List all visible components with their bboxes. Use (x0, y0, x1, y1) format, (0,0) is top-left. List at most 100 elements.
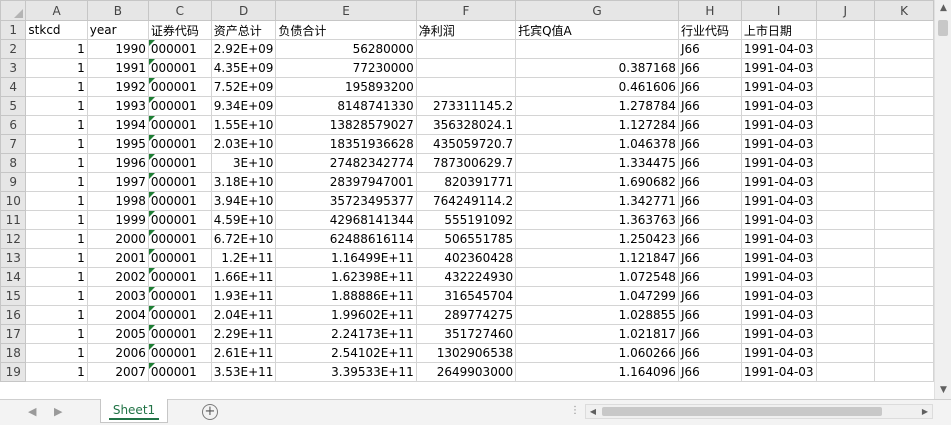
empty-cell[interactable] (815, 191, 876, 211)
empty-cell[interactable] (874, 343, 934, 363)
cell-industry-code[interactable]: J66 (677, 248, 742, 268)
cell-tobin-q[interactable]: 1.072548 (515, 267, 679, 287)
cell-total-assets[interactable]: 4.59E+10 (210, 210, 277, 230)
cell-tobin-q[interactable]: 1.164096 (515, 362, 679, 382)
cell-total-assets[interactable]: 2.61E+11 (210, 343, 277, 363)
cell-year[interactable]: 1995 (86, 134, 149, 154)
row-header[interactable]: 17 (0, 324, 27, 344)
empty-cell[interactable] (815, 229, 876, 249)
cell-tobin-q[interactable]: 1.021817 (515, 324, 679, 344)
cell-net-profit[interactable]: 316545704 (415, 286, 517, 306)
empty-cell[interactable] (815, 172, 876, 192)
more-options-icon[interactable]: ⋮ (570, 405, 581, 416)
empty-cell[interactable] (874, 267, 934, 287)
cell-security-code[interactable]: 000001 (147, 172, 212, 192)
cell-tobin-q[interactable]: 1.342771 (515, 191, 679, 211)
cell-stkcd[interactable]: 1 (25, 286, 88, 306)
cell-tobin-q[interactable]: 0.461606 (515, 77, 679, 97)
vertical-scroll-thumb[interactable] (938, 20, 948, 36)
cell-tobin-q[interactable]: 1.046378 (515, 134, 679, 154)
column-header-g[interactable]: G (515, 0, 679, 21)
cell-security-code[interactable]: 000001 (147, 210, 212, 230)
cell-industry-code[interactable]: J66 (677, 210, 742, 230)
cell-net-profit[interactable] (415, 58, 517, 78)
cell-stkcd[interactable]: 1 (25, 210, 88, 230)
scroll-down-icon[interactable]: ▼ (935, 382, 951, 399)
cell-year[interactable]: 1994 (86, 115, 149, 135)
cell-tobin-q[interactable]: 1.250423 (515, 229, 679, 249)
cell-stkcd[interactable]: 1 (25, 58, 88, 78)
cell-security-code[interactable]: 000001 (147, 191, 212, 211)
cell-listing-date[interactable]: 1991-04-03 (740, 77, 817, 97)
row-header[interactable]: 9 (0, 172, 27, 192)
cell-year[interactable]: 1998 (86, 191, 149, 211)
cell-year[interactable]: 2001 (86, 248, 149, 268)
cell-header-liabilities[interactable]: 负债合计 (275, 20, 417, 40)
cell-total-assets[interactable]: 3.53E+11 (210, 362, 277, 382)
scroll-up-icon[interactable]: ▲ (935, 0, 951, 17)
cell-stkcd[interactable]: 1 (25, 96, 88, 116)
cell-net-profit[interactable]: 289774275 (415, 305, 517, 325)
cell-net-profit[interactable]: 351727460 (415, 324, 517, 344)
row-header[interactable]: 5 (0, 96, 27, 116)
cell-total-liabilities[interactable]: 13828579027 (275, 115, 417, 135)
cell-industry-code[interactable]: J66 (677, 229, 742, 249)
cell-listing-date[interactable]: 1991-04-03 (740, 134, 817, 154)
cell-year[interactable]: 2004 (86, 305, 149, 325)
cell-security-code[interactable]: 000001 (147, 343, 212, 363)
cell-security-code[interactable]: 000001 (147, 153, 212, 173)
cell-net-profit[interactable]: 273311145.2 (415, 96, 517, 116)
cell-stkcd[interactable]: 1 (25, 343, 88, 363)
cell-tobin-q[interactable]: 1.047299 (515, 286, 679, 306)
vertical-scrollbar[interactable]: ▲ ▼ (934, 0, 951, 399)
cell-stkcd[interactable]: 1 (25, 134, 88, 154)
empty-cell[interactable] (874, 286, 934, 306)
cell-security-code[interactable]: 000001 (147, 39, 212, 59)
row-header[interactable]: 4 (0, 77, 27, 97)
cell-tobin-q[interactable]: 1.334475 (515, 153, 679, 173)
cell-total-liabilities[interactable]: 56280000 (275, 39, 417, 59)
empty-cell[interactable] (815, 286, 876, 306)
cell-stkcd[interactable]: 1 (25, 77, 88, 97)
cell-tobin-q[interactable]: 1.363763 (515, 210, 679, 230)
cell-table[interactable]: A B C D E F G H I J K 1 stkcd year 证券代码 … (0, 0, 934, 382)
cell-tobin-q[interactable]: 1.121847 (515, 248, 679, 268)
cell-total-liabilities[interactable]: 18351936628 (275, 134, 417, 154)
prev-sheet-icon[interactable]: ◀ (28, 405, 36, 418)
cell-total-assets[interactable]: 2.03E+10 (210, 134, 277, 154)
cell-total-assets[interactable]: 2.29E+11 (210, 324, 277, 344)
cell-total-assets[interactable]: 9.34E+09 (210, 96, 277, 116)
empty-cell[interactable] (815, 324, 876, 344)
cell-listing-date[interactable]: 1991-04-03 (740, 172, 817, 192)
column-header-k[interactable]: K (874, 0, 934, 21)
column-header-f[interactable]: F (415, 0, 517, 21)
cell-total-assets[interactable]: 1.55E+10 (210, 115, 277, 135)
cell-industry-code[interactable]: J66 (677, 362, 742, 382)
cell-total-liabilities[interactable]: 3.39533E+11 (275, 362, 417, 382)
empty-cell[interactable] (815, 210, 876, 230)
empty-cell[interactable] (874, 58, 934, 78)
cell-security-code[interactable]: 000001 (147, 96, 212, 116)
column-header-d[interactable]: D (210, 0, 277, 21)
row-header[interactable]: 13 (0, 248, 27, 268)
cell-tobin-q[interactable]: 0.387168 (515, 58, 679, 78)
horizontal-scrollbar[interactable]: ◀ ▶ (585, 404, 933, 419)
cell-year[interactable]: 1991 (86, 58, 149, 78)
cell-total-assets[interactable]: 1.2E+11 (210, 248, 277, 268)
row-header[interactable]: 11 (0, 210, 27, 230)
cell-header-net-profit[interactable]: 净利润 (415, 20, 517, 40)
tab-sheet1[interactable]: Sheet1 (100, 399, 168, 423)
column-header-c[interactable]: C (147, 0, 212, 21)
cell-industry-code[interactable]: J66 (677, 324, 742, 344)
empty-cell[interactable] (874, 305, 934, 325)
column-header-j[interactable]: J (815, 0, 876, 21)
cell-security-code[interactable]: 000001 (147, 58, 212, 78)
empty-cell[interactable] (815, 305, 876, 325)
row-header[interactable]: 19 (0, 362, 27, 382)
cell-total-liabilities[interactable]: 2.54102E+11 (275, 343, 417, 363)
cell-year[interactable]: 1993 (86, 96, 149, 116)
empty-cell[interactable] (874, 172, 934, 192)
column-header-e[interactable]: E (275, 0, 417, 21)
empty-cell[interactable] (874, 39, 934, 59)
cell-net-profit[interactable]: 2649903000 (415, 362, 517, 382)
